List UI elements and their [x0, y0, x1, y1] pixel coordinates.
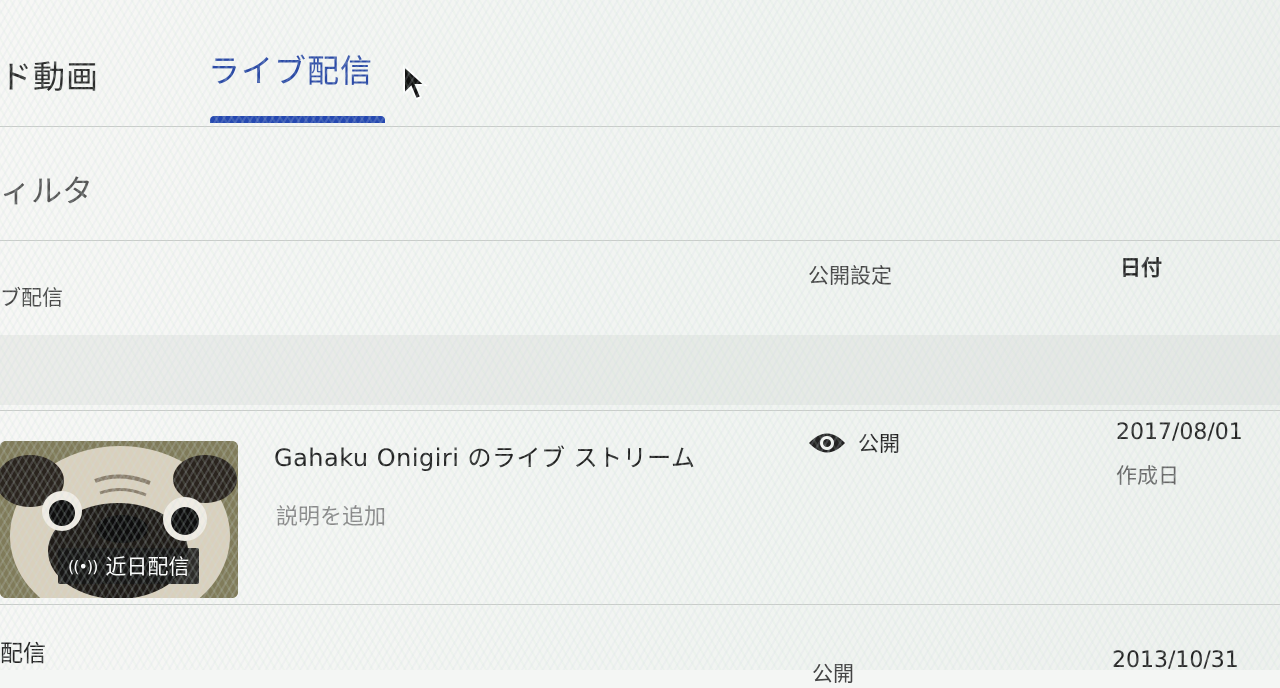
- studio-screen: ド動画 ライブ配信 ィルタ ブ配信 公開設定 日付 ((•)) 近日配信 Gah…: [0, 0, 1280, 686]
- column-header-visibility[interactable]: 公開設定: [808, 260, 892, 290]
- video-description[interactable]: 説明を追加: [276, 499, 386, 531]
- video-title[interactable]: 配信: [0, 634, 46, 668]
- visibility-label: 公開: [858, 432, 900, 456]
- date-value: 2013/10/31: [1112, 648, 1239, 673]
- date-value: 2017/08/01: [1116, 420, 1243, 445]
- filter-label[interactable]: ィルタ: [0, 166, 93, 211]
- header-divider: [0, 410, 1280, 411]
- upcoming-badge-label: 近日配信: [105, 555, 190, 579]
- eye-icon: [809, 433, 845, 453]
- tab-live[interactable]: ライブ配信: [208, 46, 373, 92]
- filter-divider: [0, 240, 1280, 241]
- row-divider: [0, 604, 1280, 605]
- visibility-label[interactable]: 公開: [812, 658, 854, 688]
- video-title[interactable]: Gahaku Onigiri のライブ ストリーム: [274, 438, 695, 473]
- mouse-cursor-icon: [403, 64, 428, 101]
- tab-divider: [0, 126, 1280, 127]
- active-tab-indicator: [210, 116, 385, 123]
- upcoming-badge: ((•)) 近日配信: [58, 548, 200, 584]
- header-band: [0, 335, 1280, 405]
- date-type-label: 作成日: [1116, 464, 1179, 488]
- tab-uploads[interactable]: ド動画: [0, 52, 99, 98]
- column-header-date[interactable]: 日付: [1120, 252, 1162, 282]
- visibility-control[interactable]: 公開: [808, 428, 900, 458]
- broadcast-icon: ((•)): [68, 556, 98, 576]
- column-header-title[interactable]: ブ配信: [0, 282, 63, 312]
